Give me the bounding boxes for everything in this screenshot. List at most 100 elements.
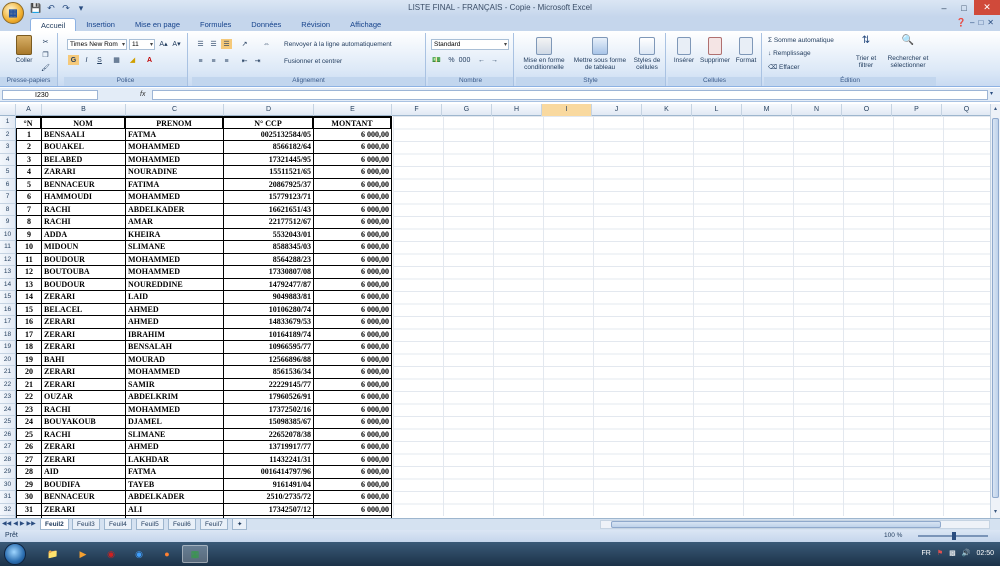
cell-number[interactable]: 25	[16, 428, 42, 441]
tab-revision[interactable]: Révision	[291, 18, 340, 31]
cell-ccp[interactable]: 17330807/08	[224, 266, 314, 279]
column-header-n[interactable]: N	[792, 104, 842, 116]
help-icon[interactable]: ❓	[956, 18, 966, 27]
cell-prenom[interactable]: NOUREDDINE	[126, 278, 224, 291]
select-all-corner[interactable]	[0, 104, 16, 116]
cell-montant[interactable]: 6 000,00	[314, 416, 392, 429]
column-title[interactable]: MONTANT	[314, 116, 392, 129]
cell-prenom[interactable]: MOHAMMED	[126, 266, 224, 279]
copy-icon[interactable]: ❐	[40, 50, 51, 60]
cell-montant[interactable]: 6 000,00	[314, 478, 392, 491]
cell-nom[interactable]: MIDOUN	[42, 241, 126, 254]
cell-prenom[interactable]: IBRAHIM	[126, 328, 224, 341]
firefox-icon[interactable]: ●	[154, 545, 180, 563]
row-header[interactable]: 3	[0, 141, 16, 154]
cell-ccp[interactable]: 15098385/67	[224, 416, 314, 429]
cell-montant[interactable]: 6 000,00	[314, 453, 392, 466]
cell-montant[interactable]: 6 000,00	[314, 391, 392, 404]
cell-nom[interactable]: BOUYAKOUB	[42, 416, 126, 429]
row-header[interactable]: 11	[0, 241, 16, 254]
cell-ccp[interactable]: 14833679/53	[224, 316, 314, 329]
grow-font-icon[interactable]: A▴	[158, 39, 169, 49]
row-header[interactable]: 31	[0, 491, 16, 504]
cell-nom[interactable]: BENSAALI	[42, 128, 126, 141]
zoom-level[interactable]: 100 %	[884, 532, 902, 539]
row-header[interactable]: 24	[0, 403, 16, 416]
cell-prenom[interactable]: MOHAMMED	[126, 403, 224, 416]
cell-montant[interactable]: 6 000,00	[314, 378, 392, 391]
cell-ccp[interactable]: 15779123/71	[224, 191, 314, 204]
cell-number[interactable]: 19	[16, 353, 42, 366]
cell-prenom[interactable]: ABDELKADER	[126, 203, 224, 216]
row-header[interactable]: 10	[0, 228, 16, 241]
cell-prenom[interactable]: SLIMANE	[126, 241, 224, 254]
cell-number[interactable]: 31	[16, 503, 42, 516]
number-format-select[interactable]: Standard ▾	[431, 39, 509, 50]
cell-montant[interactable]: 6 000,00	[314, 178, 392, 191]
row-header[interactable]: 5	[0, 166, 16, 179]
cell-nom[interactable]: ZARARI	[42, 166, 126, 179]
cell-nom[interactable]: RACHI	[42, 203, 126, 216]
merge-center-button[interactable]: Fusionner et centrer	[284, 58, 342, 65]
row-header[interactable]: 20	[0, 353, 16, 366]
tab-formules[interactable]: Formules	[190, 18, 241, 31]
cell-ccp[interactable]: 17372502/16	[224, 403, 314, 416]
media-player-icon[interactable]: ▶	[70, 545, 96, 563]
cell-montant[interactable]: 6 000,00	[314, 428, 392, 441]
delete-cells-button[interactable]: Supprimer	[698, 37, 732, 64]
cell-number[interactable]: 28	[16, 466, 42, 479]
increase-indent-icon[interactable]: ⇥	[252, 56, 263, 66]
cell-prenom[interactable]: MOHAMMED	[126, 141, 224, 154]
row-header[interactable]: 15	[0, 291, 16, 304]
align-left-icon[interactable]: ≡	[195, 56, 206, 66]
cell-prenom[interactable]: SLIMANE	[126, 428, 224, 441]
cell-nom[interactable]: ZERARI	[42, 366, 126, 379]
vertical-scroll-thumb[interactable]	[992, 118, 999, 498]
app-icon[interactable]: ◉	[98, 545, 124, 563]
cell-nom[interactable]: RACHI	[42, 428, 126, 441]
column-header-l[interactable]: L	[692, 104, 742, 116]
cell-prenom[interactable]: SAMIR	[126, 378, 224, 391]
orientation-icon[interactable]: ↗	[239, 39, 250, 49]
column-header-e[interactable]: E	[314, 104, 392, 116]
row-header[interactable]: 23	[0, 391, 16, 404]
cell-ccp[interactable]: 8566182/64	[224, 141, 314, 154]
cell-prenom[interactable]: LAID	[126, 291, 224, 304]
decrease-indent-icon[interactable]: ⇤	[239, 56, 250, 66]
prev-sheet-icon[interactable]: ◀	[13, 520, 18, 527]
row-header[interactable]: 2	[0, 128, 16, 141]
tab-insertion[interactable]: Insertion	[76, 18, 125, 31]
name-box[interactable]: I230	[2, 90, 98, 100]
cell-number[interactable]: 6	[16, 191, 42, 204]
tab-donnees[interactable]: Données	[241, 18, 291, 31]
cell-montant[interactable]: 6 000,00	[314, 341, 392, 354]
cell-nom[interactable]: BOUDOUR	[42, 253, 126, 266]
format-as-table-button[interactable]: Mettre sous forme de tableau	[570, 37, 630, 71]
row-header[interactable]: 27	[0, 441, 16, 454]
cell-ccp[interactable]: 0025132584/05	[224, 128, 314, 141]
cell-montant[interactable]: 6 000,00	[314, 303, 392, 316]
worksheet-grid[interactable]: ABCDEFGHIJKLMNOPQ 1 2 3 4 5 6 7 8 9 10 11 12 13 14 15 1…	[0, 104, 990, 518]
cell-prenom[interactable]: MOHAMMED	[126, 366, 224, 379]
borders-icon[interactable]: ▦	[111, 55, 122, 65]
browser-icon[interactable]: ◉	[126, 545, 152, 563]
cell-montant[interactable]: 6 000,00	[314, 253, 392, 266]
cell-ccp[interactable]: 17342507/12	[224, 503, 314, 516]
sheet-tab-feuil2[interactable]: Feuil2	[40, 519, 69, 530]
cell-ccp[interactable]: 8564288/23	[224, 253, 314, 266]
cell-number[interactable]: 18	[16, 341, 42, 354]
cell-ccp[interactable]: 15511521/65	[224, 166, 314, 179]
cell-nom[interactable]: ZERARI	[42, 291, 126, 304]
cell-nom[interactable]: ADDA	[42, 228, 126, 241]
cell-number[interactable]: 2	[16, 141, 42, 154]
underline-button[interactable]: S	[94, 55, 105, 65]
row-header[interactable]: 14	[0, 278, 16, 291]
column-header-a[interactable]: A	[16, 104, 42, 116]
row-header[interactable]: 13	[0, 266, 16, 279]
cell-ccp[interactable]: 10966595/77	[224, 341, 314, 354]
column-header-i[interactable]: I	[542, 104, 592, 116]
cell-number[interactable]: 10	[16, 241, 42, 254]
cell-prenom[interactable]: DJAMEL	[126, 416, 224, 429]
cell-number[interactable]: 17	[16, 328, 42, 341]
insert-function-button[interactable]: fx	[104, 90, 150, 100]
